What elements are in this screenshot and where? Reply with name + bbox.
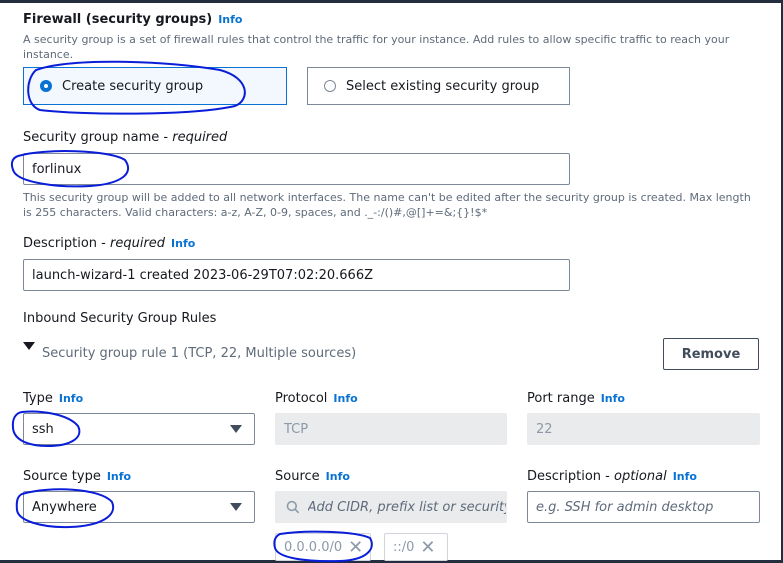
sg-name-hint: This security group will be added to all… [23, 191, 751, 219]
protocol-value: TCP [284, 421, 309, 437]
description-value: launch-wizard-1 created 2023-06-29T07:02… [32, 267, 374, 283]
sg-name-label: Security group name - required [23, 130, 227, 145]
required-text: required [172, 130, 228, 145]
optional-text: optional [614, 469, 667, 484]
caret-down-icon [230, 503, 242, 511]
source-label: Source Info [275, 469, 350, 484]
source-type-select[interactable]: Anywhere [23, 491, 255, 523]
top-border [0, 0, 783, 3]
remove-rule-button[interactable]: Remove [663, 338, 759, 370]
required-text: required [110, 236, 166, 251]
type-value: ssh [32, 421, 54, 437]
expand-caret-icon[interactable] [23, 342, 35, 350]
create-security-group-label: Create security group [62, 78, 204, 94]
source-input[interactable]: Add CIDR, prefix list or security [275, 491, 507, 523]
rule-description-input[interactable]: e.g. SSH for admin desktop [527, 491, 760, 523]
port-range-field: 22 [527, 413, 760, 445]
rule-title: Security group rule 1 (TCP, 22, Multiple… [42, 346, 357, 361]
inbound-rules-title: Inbound Security Group Rules [23, 311, 217, 326]
protocol-field: TCP [275, 413, 507, 445]
port-range-label: Port range Info [527, 391, 625, 406]
caret-down-icon [230, 425, 242, 433]
port-value: 22 [536, 421, 553, 437]
radio-selected-icon[interactable] [40, 80, 52, 92]
select-existing-security-group-option[interactable]: Select existing security group [307, 67, 570, 105]
protocol-label-text: Protocol [275, 391, 328, 406]
rule-description-placeholder: e.g. SSH for admin desktop [536, 499, 714, 515]
search-icon [286, 500, 300, 514]
source-token-ipv4: 0.0.0.0/0 ✕ [275, 533, 371, 561]
firewall-section-title: Firewall (security groups) Info [23, 12, 243, 27]
type-label-text: Type [23, 391, 53, 406]
info-link[interactable]: Info [107, 470, 131, 483]
type-select[interactable]: ssh [23, 413, 255, 445]
token-value: ::/0 [393, 539, 415, 555]
source-type-label-text: Source type [23, 469, 101, 484]
rule-description-label-text: Description - [527, 469, 614, 484]
description-label-text: Description - [23, 236, 110, 251]
info-link[interactable]: Info [601, 392, 625, 405]
security-group-name-input[interactable]: forlinux [23, 153, 570, 185]
info-link[interactable]: Info [326, 470, 350, 483]
close-icon[interactable]: ✕ [348, 537, 363, 558]
source-type-value: Anywhere [32, 499, 97, 515]
type-label: Type Info [23, 391, 83, 406]
info-link[interactable]: Info [218, 13, 242, 26]
info-link[interactable]: Info [171, 237, 195, 250]
source-type-label: Source type Info [23, 469, 131, 484]
section-title-text: Firewall (security groups) [23, 12, 213, 27]
description-input[interactable]: launch-wizard-1 created 2023-06-29T07:02… [23, 259, 570, 291]
info-link[interactable]: Info [333, 392, 357, 405]
source-label-text: Source [275, 469, 320, 484]
create-security-group-option[interactable]: Create security group [23, 67, 287, 105]
token-value: 0.0.0.0/0 [284, 539, 343, 555]
select-existing-label: Select existing security group [346, 78, 540, 94]
source-token-ipv6: ::/0 ✕ [384, 533, 448, 561]
close-icon[interactable]: ✕ [420, 537, 435, 558]
sg-name-value: forlinux [32, 161, 82, 177]
protocol-label: Protocol Info [275, 391, 358, 406]
section-description: A security group is a set of firewall ru… [23, 33, 730, 61]
description-label: Description - required Info [23, 236, 195, 251]
info-link[interactable]: Info [59, 392, 83, 405]
radio-unselected-icon[interactable] [324, 80, 336, 92]
rule-description-label: Description - optional Info [527, 469, 697, 484]
source-placeholder: Add CIDR, prefix list or security [307, 499, 506, 515]
sg-name-label-text: Security group name - [23, 130, 173, 145]
port-range-label-text: Port range [527, 391, 595, 406]
info-link[interactable]: Info [673, 470, 697, 483]
